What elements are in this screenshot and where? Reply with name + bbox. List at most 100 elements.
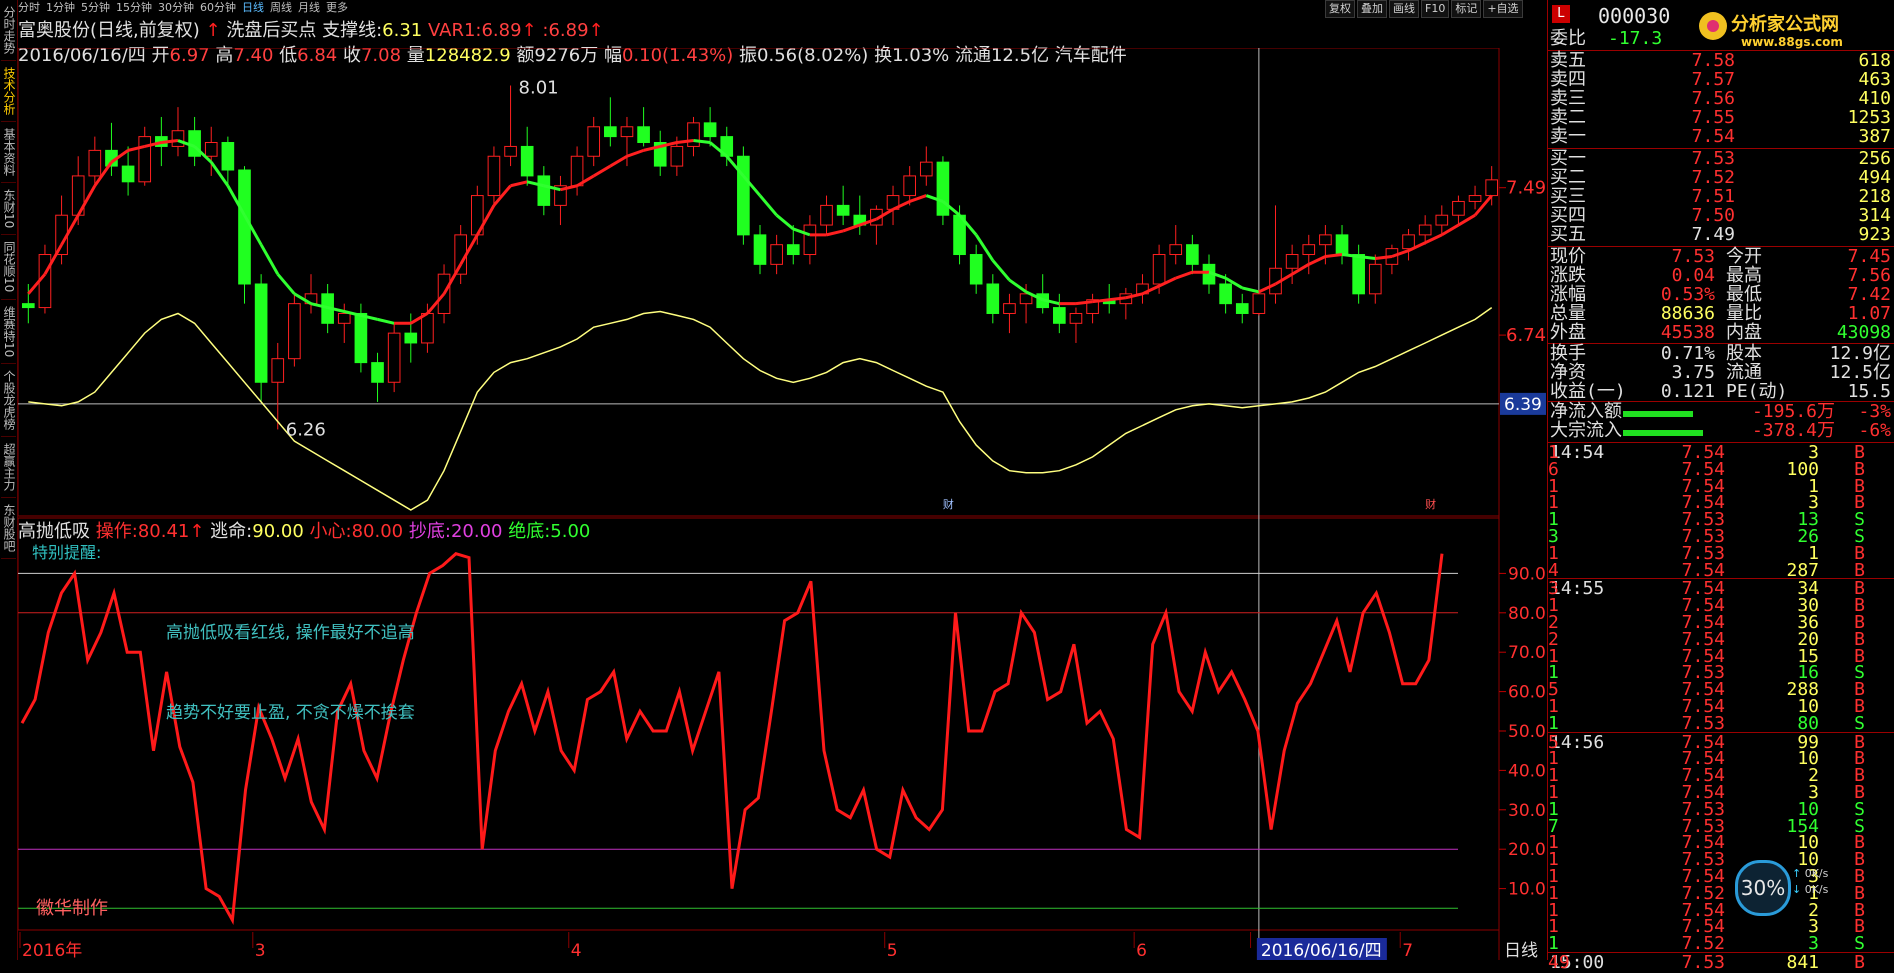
timeframe-3[interactable]: 15分钟 [116,1,152,14]
tick-row-30-cell: B [1854,952,1865,973]
low-annotation: 6.26 [286,419,326,440]
ask-row-4-cell: 387 [1858,126,1891,147]
left-tab-8[interactable]: 东财股吧 [1,498,16,559]
tick-row-16-cell: S [1854,712,1865,734]
tick-row-16-cell: 1 [1548,712,1559,734]
candle-body-6 [121,165,135,183]
stat-row-4-cell: 外盘 [1550,322,1586,343]
ask-row-3-cell: 1253 [1847,107,1891,128]
bid-row-3-cell: 7.50 [1691,205,1735,226]
left-tab-0[interactable]: 分时走势 [1,0,16,61]
left-tab-4[interactable]: 同花顺10 [1,235,16,300]
toolbar-button-4[interactable]: 标记 [1451,0,1482,18]
ask-row-4-cell: 卖一 [1550,126,1586,147]
candle-body-22 [387,332,401,383]
bid-row-1-cell: 494 [1858,167,1891,188]
stat-row-3-cell: 1.07 [1847,303,1891,324]
ind-tick-label-1: 80.00 [1508,604,1547,624]
stat-row-2: 涨幅 0.53% 最低 7.42 [1548,286,1894,304]
left-tab-6[interactable]: 个股龙虎榜 [1,364,16,437]
candle-body-29 [504,145,517,157]
tick-row-7: 7.54 287 B 4 [1548,559,1894,581]
ind-tick-label-2: 70.00 [1508,643,1547,663]
event-mark-0: 财 [943,497,954,511]
candle-body-13 [238,169,251,285]
timeframe-8[interactable]: 月线 [298,1,320,14]
toolbar-button-5[interactable]: +自选 [1483,0,1523,18]
extra-arrow-icon: ↑ [588,20,604,41]
toolbar-button-1[interactable]: 叠加 [1357,0,1387,18]
stat-row-1-cell: 涨跌 [1550,265,1586,286]
timeframe-4[interactable]: 30分钟 [158,1,194,14]
left-tab-3[interactable]: 东财10 [1,183,16,236]
candle-body-35 [604,126,617,138]
ask-row-0-cell: 618 [1858,50,1891,71]
ma-upper-seg-45 [758,194,778,217]
tick-row-30-cell: 49 [1548,952,1570,973]
candle-body-31 [537,175,551,206]
candle-body-86 [1452,200,1465,216]
ma-upper-seg-49 [826,229,844,237]
candle-body-41 [703,122,717,138]
signal-arrow-icon: ↑ [205,20,221,41]
x-label-4: 6 [1136,941,1147,960]
timeframe-7[interactable]: 周线 [270,1,292,14]
ma-upper-seg-15 [259,243,280,275]
x-tail-label: 日线 [1504,941,1538,960]
speed-badge[interactable]: 30% [1735,860,1791,916]
ask-row-3: 卖二 7.55 1253 [1548,109,1894,127]
ma-upper-seg-60 [1008,278,1027,294]
candlestick-chart[interactable]: 7.49 6.74 6.39 8.01 6.26 财 财 2016年 3 4 5 6 2016/06/1… [18,48,1547,960]
ask-row-1-cell: 7.57 [1691,69,1735,90]
ask-row-2: 卖三 7.56 410 [1548,90,1894,108]
left-tab-7[interactable]: 超赢主力 [1,437,16,498]
timeframe-bar: 分时 1分钟 5分钟 15分钟 30分钟 60分钟 日线 周线 月线 更多 [18,0,1318,16]
toolbar-button-2[interactable]: 画线 [1389,0,1419,18]
candle-body-70 [1186,244,1199,265]
ask-row-3-cell: 7.55 [1691,107,1735,128]
tick-row-30-cell: 841 [1786,952,1819,973]
ask-row-1-cell: 463 [1858,69,1891,90]
ma-upper-seg-79 [1325,253,1343,258]
timeframe-5[interactable]: 60分钟 [200,1,236,14]
timeframe-2[interactable]: 5分钟 [81,1,110,14]
timeframe-6[interactable]: 日线 [242,1,264,14]
extra-value: :6.89 [542,20,589,41]
x-label-6: 7 [1402,941,1413,960]
stat-row-1: 涨跌 0.04 最高 7.56 [1548,267,1894,285]
left-tab-2[interactable]: 基本资料 [1,122,16,183]
ask-row-2-cell: 卖三 [1550,88,1586,109]
stat2-row-2: 收益(一) 0.121 PE(动) 15.5 [1548,383,1894,401]
network-speed: ↑ 0K/s ↓ 0K/s [1792,867,1829,896]
candle-body-85 [1435,214,1449,226]
tick-row-29: 7.52 3 S 1 [1548,935,1894,953]
left-tab-5[interactable]: 维赛特10 [1,300,16,364]
stat-row-2-cell: 涨幅 [1550,284,1586,305]
candle-body-15 [271,358,285,383]
candle-body-77 [1302,244,1316,256]
stat-row-0-cell: 7.53 [1671,246,1715,267]
signal-label: 洗盘后买点 [226,20,317,41]
tick-row-7-cell: B [1854,559,1865,581]
var1-value: 6.89 [481,20,522,41]
timeframe-9[interactable]: 更多 [326,1,348,14]
net-up: 0K/s [1804,867,1829,880]
ma-upper-seg-22 [377,317,395,325]
candle-body-79 [1335,234,1349,256]
chart-toolbar: 复权 叠加 画线 F10 标记 +自选 [1325,0,1525,18]
ma-upper-seg-30 [510,180,528,188]
tick-row-30: 15:00 7.53 841 B 49 [1548,954,1894,972]
timeframe-1[interactable]: 1分钟 [46,1,75,14]
toolbar-button-3[interactable]: F10 [1421,0,1450,18]
ask-row-4: 卖一 7.54 387 [1548,128,1894,146]
candle-body-30 [520,145,534,177]
toolbar-button-0[interactable]: 复权 [1325,0,1355,18]
tick-row-7-cell: 287 [1786,559,1819,581]
left-tab-1[interactable]: 技术分析 [1,61,16,122]
ind-tick-label-4: 50.00 [1508,722,1547,742]
timeframe-0[interactable]: 分时 [18,1,40,14]
var1-label: VAR1: [427,20,482,41]
ma-upper-seg-80 [1341,253,1359,258]
bid-row-1: 买二 7.52 494 [1548,169,1894,187]
bid-row-4-cell: 7.49 [1691,224,1735,245]
